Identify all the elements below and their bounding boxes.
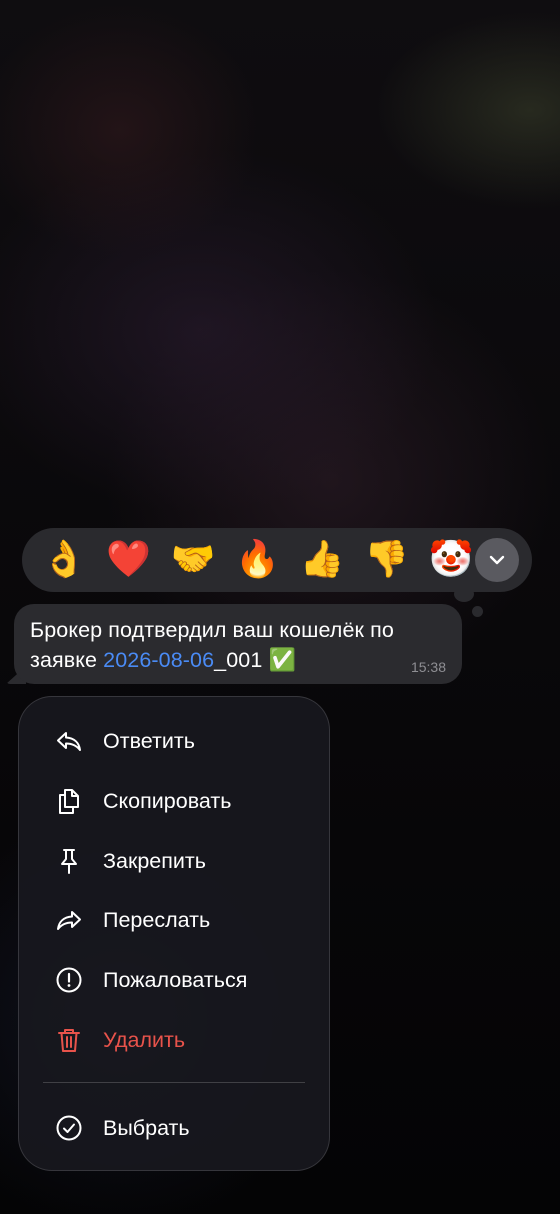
select-check-icon [55, 1114, 83, 1142]
menu-label-copy: Скопировать [103, 788, 232, 813]
reaction-bar-tail-dot [472, 606, 483, 617]
message-text: Брокер подтвердил ваш кошелёк по заявке … [30, 615, 446, 675]
reaction-ok-hand[interactable]: 👌 [38, 534, 90, 586]
more-reactions-button[interactable] [475, 538, 519, 582]
menu-label-forward: Переслать [103, 907, 211, 932]
pin-icon [55, 847, 83, 875]
reaction-thumbs-down[interactable]: 👎 [361, 534, 413, 586]
message-text-after: _001 [214, 648, 269, 672]
trash-icon [55, 1026, 83, 1054]
menu-label-report: Пожаловаться [103, 967, 248, 992]
menu-item-report[interactable]: Пожаловаться [19, 955, 329, 1005]
menu-item-select[interactable]: Выбрать [19, 1103, 329, 1153]
reaction-clown-face[interactable]: 🤡 [425, 534, 477, 586]
chat-screen: 👌 ❤️ 🤝 🔥 👍 👎 🤡 Брокер подтвердил ваш кош… [0, 0, 560, 1214]
reaction-bar: 👌 ❤️ 🤝 🔥 👍 👎 🤡 [22, 528, 532, 592]
forward-icon [55, 906, 83, 934]
reaction-red-heart[interactable]: ❤️ [103, 534, 155, 586]
copy-icon [55, 787, 83, 815]
context-menu: Ответить Скопировать Закрепить Переслать… [18, 696, 330, 1171]
reaction-handshake[interactable]: 🤝 [167, 534, 219, 586]
message-bubble[interactable]: Брокер подтвердил ваш кошелёк по заявке … [14, 604, 462, 684]
reaction-bar-tail [454, 586, 474, 602]
message-time: 15:38 [410, 659, 446, 675]
check-mark-emoji: ✅ [268, 647, 296, 672]
menu-label-reply: Ответить [103, 728, 195, 753]
menu-divider [43, 1082, 305, 1083]
menu-label-pin: Закрепить [103, 848, 206, 873]
chevron-down-icon [489, 555, 505, 565]
menu-label-select: Выбрать [103, 1115, 190, 1140]
reply-icon [55, 727, 83, 755]
menu-item-forward[interactable]: Переслать [19, 895, 329, 945]
menu-item-delete[interactable]: Удалить [19, 1015, 329, 1065]
report-icon [55, 966, 83, 994]
reaction-fire[interactable]: 🔥 [232, 534, 284, 586]
reaction-thumbs-up[interactable]: 👍 [296, 534, 348, 586]
message-link[interactable]: 2026-08-06 [103, 648, 214, 672]
menu-item-reply[interactable]: Ответить [19, 716, 329, 766]
menu-label-delete: Удалить [103, 1027, 186, 1052]
menu-item-pin[interactable]: Закрепить [19, 836, 329, 886]
menu-item-copy[interactable]: Скопировать [19, 776, 329, 826]
